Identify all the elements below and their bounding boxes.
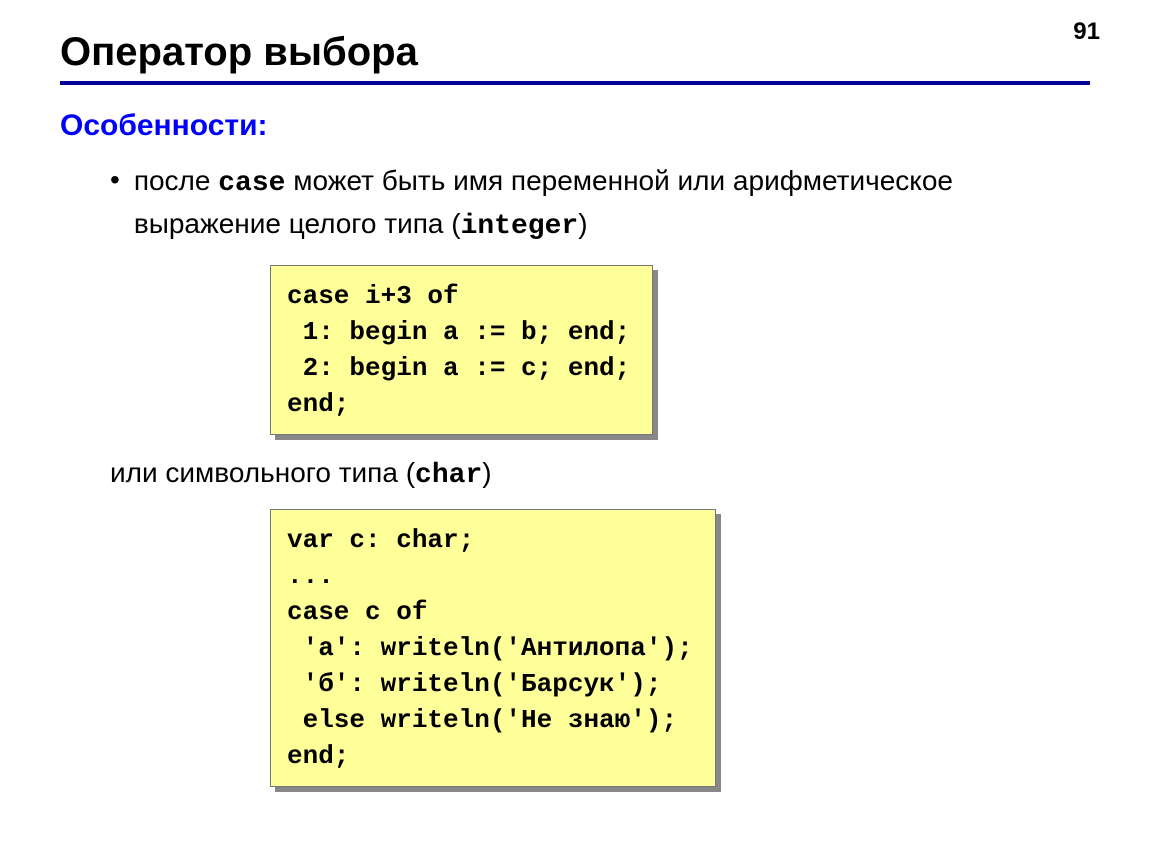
bullet-post: ) bbox=[578, 208, 587, 239]
code-block-2: var c: char; ... case c of 'а': writeln(… bbox=[270, 509, 716, 787]
bullet-pre: после bbox=[134, 165, 218, 196]
section-label: Особенности: bbox=[60, 109, 1090, 143]
code-block-1-wrap: case i+3 of 1: begin a := b; end; 2: beg… bbox=[270, 265, 1090, 435]
bullet-item: • после case может быть имя переменной и… bbox=[110, 161, 1090, 247]
code-block-1: case i+3 of 1: begin a := b; end; 2: beg… bbox=[270, 265, 653, 435]
slide: 91 Оператор выбора Особенности: • после … bbox=[0, 0, 1150, 864]
title-rule bbox=[60, 81, 1090, 85]
bullet-text: после case может быть имя переменной или… bbox=[134, 161, 1090, 247]
bullet-dot-icon: • bbox=[110, 161, 120, 199]
code-block-2-wrap: var c: char; ... case c of 'а': writeln(… bbox=[270, 509, 1090, 787]
keyword-char: char bbox=[415, 460, 482, 491]
mid-text: или символьного типа (char) bbox=[110, 457, 1090, 491]
slide-title: Оператор выбора bbox=[60, 30, 1090, 75]
mid-post: ) bbox=[482, 457, 491, 488]
page-number: 91 bbox=[1073, 18, 1100, 46]
mid-pre: или символьного типа ( bbox=[110, 457, 415, 488]
keyword-case: case bbox=[218, 168, 285, 199]
keyword-integer: integer bbox=[461, 211, 579, 242]
